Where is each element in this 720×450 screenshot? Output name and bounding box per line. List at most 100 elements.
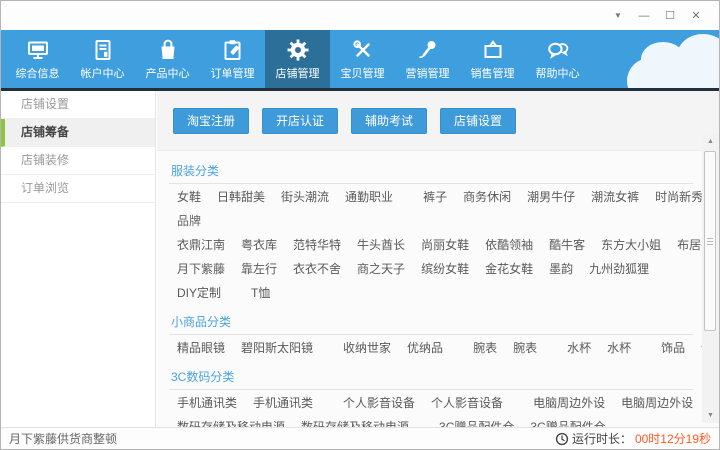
menu-arrow-button[interactable]: ▼ [605,5,631,27]
toolbar-item-label: 产品中心 [146,65,190,81]
category-link[interactable]: 东方大小姐 [601,236,661,253]
toolbar-item-shop-manage[interactable]: 店铺管理 [265,30,330,88]
maximize-button[interactable]: ☐ [657,5,683,27]
category-link[interactable]: 精品眼镜 [177,339,225,356]
toolbar-item-label: 店铺管理 [276,65,320,81]
category-link[interactable]: 靠左行 [241,260,277,277]
category-link[interactable]: 墨韵 [549,260,573,277]
category-link[interactable]: 手机通讯类 [253,394,313,411]
toolbar-item-account-center[interactable]: 帐户中心 [70,30,135,88]
category-link[interactable]: 九州劲狐狸 [589,260,649,277]
runtime-label: 运行时长： [572,430,632,447]
clock-icon [555,432,569,446]
category-link[interactable]: 月下紫藤 [177,260,225,277]
category-link[interactable]: 衣鼎江南 [177,236,225,253]
category-link[interactable]: 腕表 [513,339,537,356]
runtime-value: 00时12分19秒 [635,430,711,447]
category-link[interactable]: 电脑周边外设 [533,394,605,411]
toolbar-item-general-info[interactable]: 综合信息 [5,30,70,88]
category-link[interactable]: 商务休闲 [463,188,511,205]
sidebar-item-shop-prep[interactable]: 店铺筹备 [1,119,155,147]
link-group: 水杯水杯 [567,339,631,356]
toolbar-item-label: 综合信息 [16,65,60,81]
main-content: 淘宝注册开店认证辅助考试店铺设置 服装分类女鞋日韩甜美街头潮流通勤职业裤子商务休… [157,91,719,427]
category-link[interactable]: 水杯 [607,339,631,356]
toolbar-item-label: 营销管理 [406,65,450,81]
toolbar-item-label: 宝贝管理 [341,65,385,81]
taobao-register-button[interactable]: 淘宝注册 [173,108,249,134]
shop-certification-button[interactable]: 开店认证 [262,108,338,134]
clipboard-icon [221,38,245,62]
category-link[interactable]: 个人影音设备 [343,394,415,411]
sidebar-item-order-browse[interactable]: 订单浏览 [1,175,155,203]
category-link[interactable]: 金花女鞋 [485,260,533,277]
category-link[interactable]: 时尚新秀 [655,188,703,205]
links-row: 女鞋日韩甜美街头潮流通勤职业裤子商务休闲潮男牛仔潮流女裤时尚新秀 [169,184,693,208]
category-link[interactable]: 碧阳斯太阳镜 [241,339,313,356]
category-link[interactable]: 数码存储及移动电源 [177,418,285,427]
document-icon [91,38,115,62]
shop-settings-button[interactable]: 店铺设置 [440,108,516,134]
action-button-strip: 淘宝注册开店认证辅助考试店铺设置 [157,91,719,151]
category-link[interactable]: 女鞋 [177,188,201,205]
category-link[interactable]: 个人影音设备 [431,394,503,411]
category-link[interactable]: 衣衣不舍 [293,260,341,277]
category-link[interactable]: DIY定制 [177,284,221,301]
category-link[interactable]: 通勤职业 [345,188,393,205]
category-link[interactable]: T恤 [251,284,270,301]
toolbar-item-help-center[interactable]: 帮助中心 [525,30,590,88]
scrollbar-grip [707,241,713,242]
link-group: 电脑周边外设电脑周边外设 [533,394,693,411]
category-link[interactable]: 3C赠品配件仓 [439,418,514,427]
toolbar-item-product-center[interactable]: 产品中心 [135,30,200,88]
category-link[interactable]: 粤衣库 [241,236,277,253]
bag-icon [156,38,180,62]
category-link[interactable]: 电脑周边外设 [621,394,693,411]
category-link[interactable]: 潮男牛仔 [527,188,575,205]
minimize-button[interactable]: — [631,5,657,27]
category-link[interactable]: 商之天子 [357,260,405,277]
category-link[interactable]: 收纳世家 [343,339,391,356]
category-link[interactable]: 街头潮流 [281,188,329,205]
category-link[interactable]: 优纳品 [407,339,443,356]
gear-icon [286,38,310,62]
category-link[interactable]: 尚丽女鞋 [421,236,469,253]
main-toolbar: 综合信息帐户中心产品中心订单管理店铺管理 宝贝管理 营销管理销售管理帮助中心 [1,30,719,88]
category-link[interactable]: 牛头酋长 [357,236,405,253]
scrollbar-up-icon[interactable]: ▲ [702,134,719,149]
scrollbar-thumb[interactable] [704,151,716,331]
menu-arrow-icon: ▼ [614,11,622,20]
category-link[interactable]: 潮流女裤 [591,188,639,205]
category-link[interactable]: 依酷领袖 [485,236,533,253]
category-link[interactable]: 腕表 [473,339,497,356]
toolbar-item-marketing[interactable]: 营销管理 [395,30,460,88]
close-icon: ✕ [691,9,700,22]
category-link[interactable]: 水杯 [567,339,591,356]
scrollbar-down-icon[interactable]: ▼ [702,408,719,423]
link-group: 收纳世家优纳品 [343,339,443,356]
title-bar: ▼ —☐ ✕ [1,1,719,30]
frame-icon [481,38,505,62]
assist-exam-button[interactable]: 辅助考试 [351,108,427,134]
sidebar-item-shop-settings[interactable]: 店铺设置 [1,91,155,119]
link-group: DIY定制 [177,284,221,301]
close-button[interactable]: ✕ [683,5,709,27]
category-link[interactable]: 缤纷女鞋 [421,260,469,277]
status-message: 月下紫藤供货商整顿 [9,430,117,447]
category-link[interactable]: 数码存储及移动电源 [301,418,409,427]
category-link[interactable]: 裤子 [423,188,447,205]
category-link[interactable]: 范特华特 [293,236,341,253]
sidebar-item-shop-decor[interactable]: 店铺装修 [1,147,155,175]
microphone-icon [416,38,440,62]
category-link[interactable]: 手机通讯类 [177,394,237,411]
category-link[interactable]: 3C赠品配件仓 [530,418,605,427]
category-link[interactable]: 饰品 [661,339,685,356]
toolbar-item-item-manage[interactable]: 宝贝管理 [330,30,395,88]
category-link[interactable]: 酷牛客 [549,236,585,253]
chat-icon [546,38,570,62]
sidebar: 店铺设置店铺筹备店铺装修订单浏览 [1,91,156,427]
toolbar-item-sales-manage[interactable]: 销售管理 [460,30,525,88]
toolbar-item-order-manage[interactable]: 订单管理 [200,30,265,88]
vertical-scrollbar[interactable]: ▲ ▼ [702,134,719,423]
category-link[interactable]: 日韩甜美 [217,188,265,205]
